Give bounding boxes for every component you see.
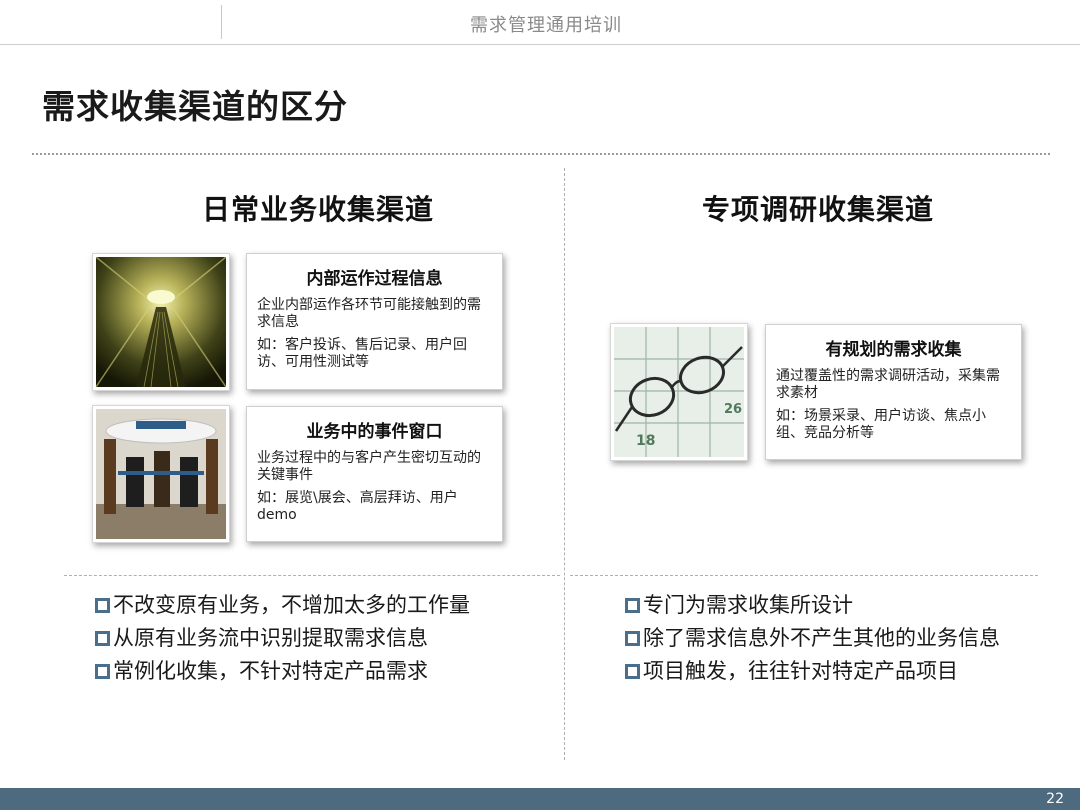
square-bullet-icon <box>95 664 110 679</box>
left-column-title: 日常业务收集渠道 <box>202 193 435 226</box>
left-bullet-separator <box>64 575 560 576</box>
square-bullet-icon <box>625 631 640 646</box>
square-bullet-icon <box>625 664 640 679</box>
title-separator <box>32 153 1050 155</box>
card-example: 如：客户投诉、售后记录、用户回访、可用性测试等 <box>257 337 467 370</box>
right-bullet-list: 专门为需求收集所设计 除了需求信息外不产生其他的业务信息 项目触发，往往针对特定… <box>625 589 1000 688</box>
escalator-photo <box>92 253 230 391</box>
list-item: 不改变原有业务，不增加太多的工作量 <box>95 589 470 622</box>
card-title: 有规划的需求收集 <box>825 340 962 360</box>
footer-bar <box>0 788 1080 810</box>
page-title: 需求收集渠道的区分 <box>42 87 348 126</box>
header-divider <box>221 5 222 39</box>
glasses-calendar-photo: 18 26 <box>610 323 748 461</box>
info-card-business-events: 业务中的事件窗口 业务过程中的与客户产生密切互动的关键事件 如：展览\展会、高层… <box>246 406 503 542</box>
right-column-title: 专项调研收集渠道 <box>702 193 935 226</box>
header-title: 需求管理通用培训 <box>470 15 622 36</box>
card-description: 业务过程中的与客户产生密切互动的关键事件 <box>257 450 481 483</box>
card-example: 如：展览\展会、高层拜访、用户demo <box>257 490 458 523</box>
list-item: 专门为需求收集所设计 <box>625 589 1000 622</box>
card-title: 内部运作过程信息 <box>306 269 443 289</box>
card-description: 通过覆盖性的需求调研活动，采集需求素材 <box>776 368 1000 401</box>
info-card-planned-collection: 有规划的需求收集 通过覆盖性的需求调研活动，采集需求素材 如：场景采录、用户访谈… <box>765 324 1022 460</box>
card-title: 业务中的事件窗口 <box>306 422 443 442</box>
left-bullet-list: 不改变原有业务，不增加太多的工作量 从原有业务流中识别提取需求信息 常例化收集，… <box>95 589 470 688</box>
svg-text:18: 18 <box>636 433 655 449</box>
exhibition-booth-photo <box>92 405 230 543</box>
list-item: 项目触发，往往针对特定产品项目 <box>625 655 1000 688</box>
svg-text:26: 26 <box>724 402 742 417</box>
card-description: 企业内部运作各环节可能接触到的需求信息 <box>257 297 481 330</box>
list-item: 从原有业务流中识别提取需求信息 <box>95 622 470 655</box>
right-bullet-separator <box>570 575 1038 576</box>
page-number: 22 <box>1046 791 1064 807</box>
list-item: 常例化收集，不针对特定产品需求 <box>95 655 470 688</box>
column-divider <box>564 168 565 760</box>
square-bullet-icon <box>95 598 110 613</box>
info-card-internal-operations: 内部运作过程信息 企业内部运作各环节可能接触到的需求信息 如：客户投诉、售后记录… <box>246 253 503 390</box>
header-rule <box>0 44 1080 45</box>
card-example: 如：场景采录、用户访谈、焦点小组、竞品分析等 <box>776 408 986 441</box>
square-bullet-icon <box>95 631 110 646</box>
list-item: 除了需求信息外不产生其他的业务信息 <box>625 622 1000 655</box>
square-bullet-icon <box>625 598 640 613</box>
